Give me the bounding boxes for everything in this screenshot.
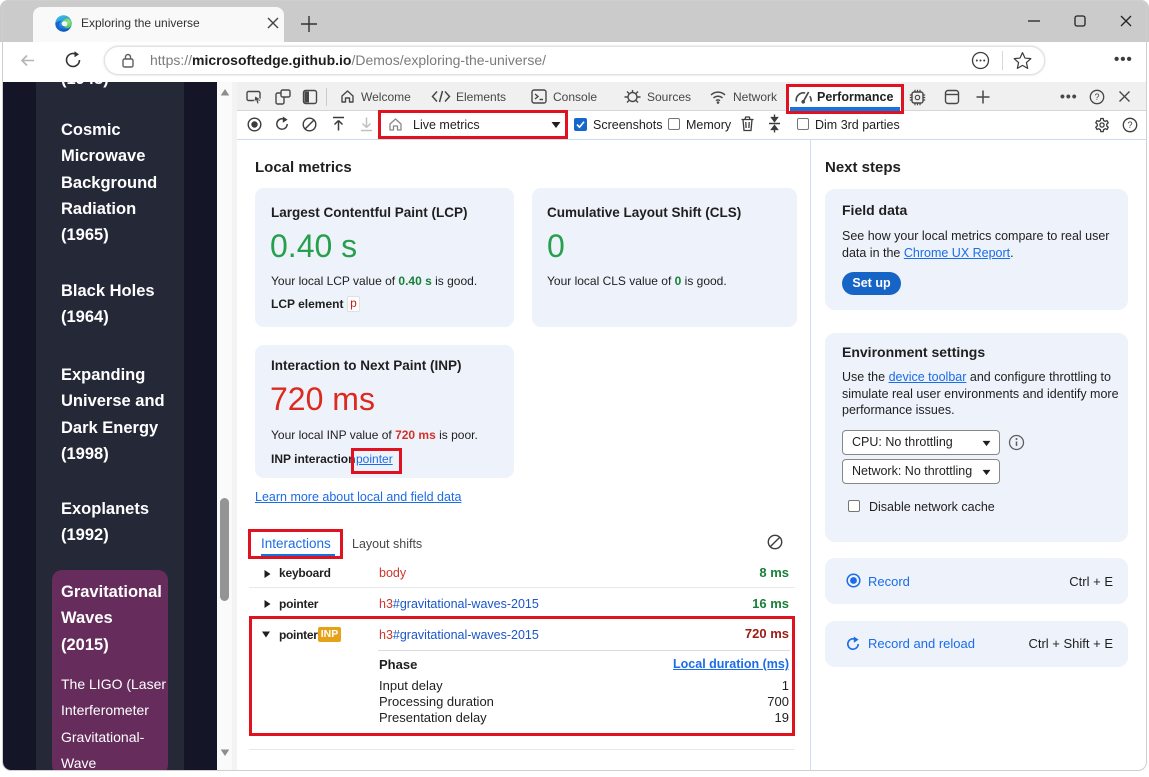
- svg-text:?: ?: [1127, 120, 1132, 130]
- svg-text:?: ?: [1094, 92, 1099, 102]
